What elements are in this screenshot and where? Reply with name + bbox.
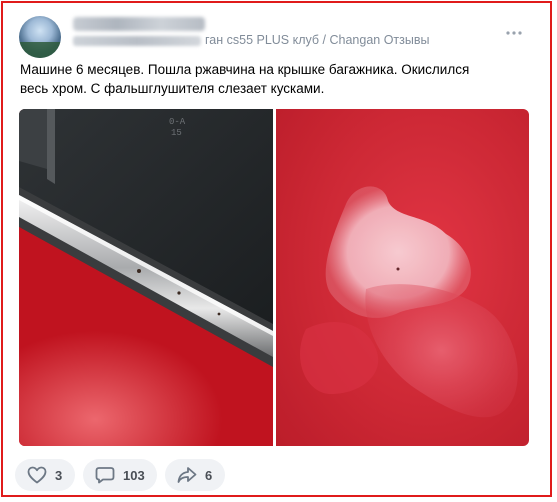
post-source[interactable]: ган cs55 PLUS клуб / Changan Отзывы xyxy=(205,33,430,47)
like-button[interactable]: 3 xyxy=(15,459,75,491)
more-options-button[interactable] xyxy=(506,22,522,40)
comment-button[interactable]: 103 xyxy=(83,459,157,491)
svg-text:15: 15 xyxy=(171,128,182,138)
heart-icon xyxy=(27,466,47,484)
photo-paint-corrosion[interactable] xyxy=(276,109,529,446)
share-button[interactable]: 6 xyxy=(165,459,225,491)
post-date-blurred xyxy=(73,36,201,46)
comment-bubble-icon xyxy=(95,467,115,484)
svg-text:0-A: 0-A xyxy=(169,117,186,127)
more-horizontal-icon xyxy=(506,31,522,35)
photo-gallery: 0-A 15 xyxy=(19,109,529,446)
post-card: ган cs55 PLUS клуб / Changan Отзывы Маши… xyxy=(1,1,552,497)
post-text: Машине 6 месяцев. Пошла ржавчина на крыш… xyxy=(20,62,470,96)
share-count: 6 xyxy=(205,467,213,483)
author-name-blurred[interactable] xyxy=(73,17,205,31)
comment-count: 103 xyxy=(123,467,145,483)
share-arrow-icon xyxy=(177,467,197,483)
avatar[interactable] xyxy=(19,16,61,58)
like-count: 3 xyxy=(55,467,63,483)
photo-chrome-trim[interactable]: 0-A 15 xyxy=(19,109,273,446)
